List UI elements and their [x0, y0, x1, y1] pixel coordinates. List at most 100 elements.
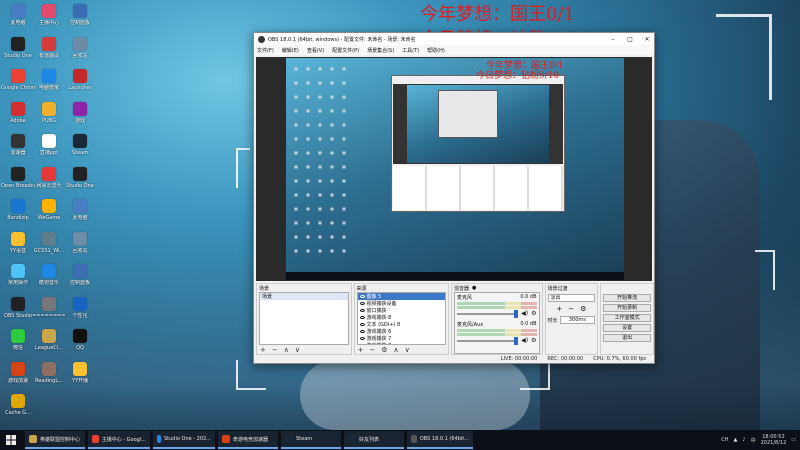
desktop-icon[interactable]: 加速器	[2, 134, 34, 156]
desktop-icon[interactable]: Cache G...	[2, 394, 34, 416]
studio-mode-button[interactable]: 工作室模式	[603, 314, 651, 322]
taskbar-app[interactable]: 好友列表	[344, 431, 404, 449]
menu-item[interactable]: 查看(V)	[307, 47, 324, 54]
taskbar-app[interactable]: 奇游电竞加速器	[218, 431, 278, 449]
desktop-icon[interactable]: 电脑管家	[33, 69, 65, 91]
desktop-icon[interactable]: 游戏加速	[2, 361, 34, 384]
visibility-eye-icon[interactable]	[359, 323, 365, 326]
desktop-icon[interactable]: Launcher	[64, 69, 96, 91]
desktop-icon[interactable]: QQ	[64, 329, 96, 351]
transition-select[interactable]: 淡出	[547, 294, 596, 302]
taskbar-app[interactable]: OBS 18.0.1 (64bit...	[407, 431, 473, 449]
start-streaming-button[interactable]: 开始推流	[603, 294, 651, 302]
volume-slider[interactable]	[457, 336, 519, 345]
desktop-icon[interactable]: 此电脑	[2, 4, 34, 26]
exit-button[interactable]: 退出	[603, 334, 651, 342]
obs-titlebar[interactable]: OBS 18.0.1 (64bit, windows) - 配置文件: 未命名 …	[254, 33, 654, 45]
sources-list[interactable]: 图像 5 视频捕获设备 窗口捕获 游戏捕获 8 文本 (GDI+) 8 游戏捕获 6 游戏捕…	[356, 292, 446, 345]
desktop-icon[interactable]: 控制面板	[64, 4, 96, 26]
notification-icon[interactable]: ▭	[791, 437, 796, 443]
scenes-list[interactable]: 场景	[259, 292, 349, 345]
remove-source-button[interactable]: −	[369, 346, 375, 354]
close-button[interactable]: ✕	[640, 36, 654, 43]
desktop-icon[interactable]: 回收站	[64, 36, 96, 59]
visibility-eye-icon[interactable]	[359, 309, 365, 312]
source-item[interactable]: 游戏捕获 6	[358, 328, 446, 335]
desktop-icon[interactable]: 此电脑	[64, 199, 96, 221]
move-down-icon[interactable]: ∨	[405, 346, 410, 354]
duration-field[interactable]: 300ms	[559, 316, 596, 324]
ime-indicator[interactable]: 中	[751, 437, 756, 444]
add-source-button[interactable]: +	[358, 346, 364, 354]
taskbar-app[interactable]: 主播中心 - Googl...	[88, 431, 150, 449]
mixer-settings-icon[interactable]: ●	[472, 285, 476, 291]
scene-item[interactable]: 场景	[260, 293, 348, 300]
desktop-icon[interactable]: 网易云音乐	[33, 166, 65, 189]
source-item[interactable]: 视频捕获设备	[358, 300, 446, 307]
source-settings-icon[interactable]: ⚙	[381, 346, 387, 354]
desktop-icon[interactable]: ==========	[32, 296, 66, 319]
remove-scene-button[interactable]: −	[272, 346, 278, 354]
source-item[interactable]: 游戏捕获 8	[358, 314, 446, 321]
desktop-icon[interactable]: LeagueCl...	[33, 329, 65, 351]
desktop-icon[interactable]: 有道翻译	[33, 36, 65, 59]
visibility-eye-icon[interactable]	[359, 337, 365, 340]
visibility-eye-icon[interactable]	[359, 330, 365, 333]
desktop-icon[interactable]: 常用操作	[2, 264, 34, 286]
desktop-icon[interactable]: Open Broadcast	[1, 166, 35, 189]
remove-transition-button[interactable]: −	[568, 305, 574, 313]
volume-icon[interactable]: ♪	[742, 437, 745, 443]
menu-item[interactable]: 帮助(H)	[427, 47, 445, 54]
taskbar-app[interactable]: Steam	[281, 431, 341, 449]
desktop-icon[interactable]: Steam	[64, 134, 96, 156]
desktop-icon[interactable]: Bandizip	[2, 199, 34, 221]
channel-settings-icon[interactable]: ⚙	[531, 310, 536, 317]
desktop-icon[interactable]: ReadingL...	[33, 361, 65, 384]
volume-knob[interactable]	[514, 336, 519, 345]
obs-preview[interactable]: 今年梦想：国王0/1 今日梦想：钻粉9/10	[256, 57, 652, 281]
desktop-icon[interactable]: 微信	[2, 329, 34, 351]
speaker-icon[interactable]: ◀)	[521, 310, 528, 317]
menu-item[interactable]: 编辑(E)	[282, 47, 299, 54]
menu-item[interactable]: 配置文件(P)	[332, 47, 359, 54]
move-up-icon[interactable]: ∧	[284, 346, 289, 354]
menu-item[interactable]: 文件(F)	[257, 47, 274, 54]
move-up-icon[interactable]: ∧	[394, 346, 399, 354]
clock[interactable]: 18:00:52 2021/8/12	[761, 434, 787, 446]
add-scene-button[interactable]: +	[260, 346, 266, 354]
menu-item[interactable]: 场景集合(S)	[367, 47, 394, 54]
start-button[interactable]	[0, 430, 22, 450]
desktop-icon[interactable]: Google Chrome	[1, 69, 35, 91]
source-item[interactable]: 游戏捕获 7	[358, 335, 446, 342]
source-item[interactable]: 文本 (GDI+) 8	[358, 321, 446, 328]
speaker-icon[interactable]: ◀)	[521, 337, 528, 344]
source-item[interactable]: 窗口捕获	[358, 307, 446, 314]
desktop-icon[interactable]: 游戏	[64, 101, 96, 124]
desktop-icon[interactable]: PUBG	[33, 101, 65, 124]
menu-item[interactable]: 工具(T)	[402, 47, 419, 54]
settings-button[interactable]: 设置	[603, 324, 651, 332]
add-transition-button[interactable]: +	[556, 305, 562, 313]
desktop-icon[interactable]: Adobe	[2, 101, 34, 124]
network-icon[interactable]: ▲	[734, 437, 738, 443]
desktop-icon[interactable]: Studio One	[2, 36, 34, 59]
desktop-icon[interactable]: YY开播	[64, 361, 96, 384]
visibility-eye-icon[interactable]	[359, 295, 365, 298]
source-item[interactable]: 图像 5	[357, 293, 445, 300]
volume-slider[interactable]	[457, 309, 519, 318]
move-down-icon[interactable]: ∨	[295, 346, 300, 354]
desktop-icon[interactable]: 直播ppt	[33, 134, 65, 156]
desktop-icon[interactable]: WeGame	[33, 199, 65, 221]
channel-settings-icon[interactable]: ⚙	[531, 337, 536, 344]
transition-settings-icon[interactable]: ⚙	[580, 305, 586, 313]
taskbar-app[interactable]: Studio One - 202...	[153, 431, 215, 449]
taskbar-app[interactable]: 英雄联盟控制中心	[25, 431, 85, 449]
start-recording-button[interactable]: 开始录制	[603, 304, 651, 312]
desktop-icon[interactable]: Studio One	[64, 166, 96, 189]
minimize-button[interactable]: –	[606, 36, 620, 43]
obs-window[interactable]: OBS 18.0.1 (64bit, windows) - 配置文件: 未命名 …	[253, 32, 655, 364]
desktop-icon[interactable]: 主播中心	[33, 4, 65, 26]
desktop-icon[interactable]: OBS Studio	[2, 296, 34, 319]
volume-knob[interactable]	[514, 309, 519, 318]
desktop-icon[interactable]: GCSS1_Wi...	[33, 231, 65, 254]
